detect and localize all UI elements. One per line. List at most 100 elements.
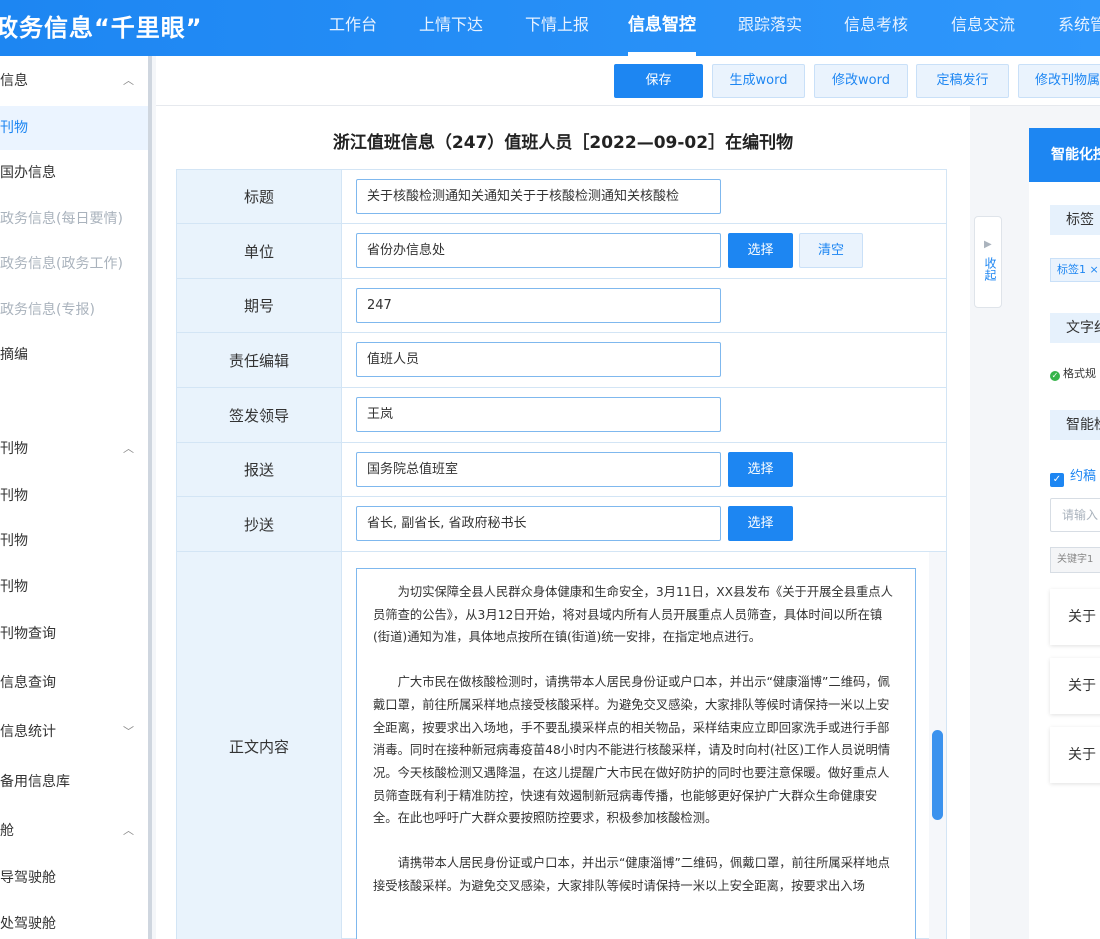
format-check-label: 格式规 — [1063, 367, 1096, 380]
sidebar-group-info[interactable]: 信息 ︿ — [0, 57, 148, 105]
app-title: 政务信息“千里眼” — [0, 14, 203, 42]
form-row-leader: 签发领导 王岚 — [177, 388, 946, 443]
nav-workbench[interactable]: 工作台 — [329, 0, 377, 56]
sidebar-item-publication-query[interactable]: 刊物查询 — [0, 612, 148, 656]
content-label: 正文内容 — [177, 552, 342, 939]
title-label: 标题 — [177, 170, 342, 223]
top-nav-bar: 政务信息“千里眼” 工作台 上情下达 下情上报 信息智控 跟踪落实 信息考核 信… — [0, 0, 1100, 56]
keyword-search-input[interactable]: 请输入 — [1050, 498, 1100, 532]
nav-top-down[interactable]: 上情下达 — [419, 0, 483, 56]
save-button[interactable]: 保存 — [614, 64, 703, 98]
page-title: 浙江值班信息（247）值班人员［2022—09-02］在编刊物 — [332, 133, 794, 153]
sidebar-item-info-query[interactable]: 信息查询 — [0, 661, 148, 705]
send-input[interactable]: 国务院总值班室 — [356, 452, 721, 487]
content-paragraph-3: 请携带本人居民身份证或户口本，并出示“健康淄博”二维码，佩戴口罩，前往所属采样地… — [373, 856, 890, 893]
generate-word-button[interactable]: 生成word — [712, 64, 805, 98]
sidebar-item-daily-info[interactable]: 政务信息(每日要情) — [0, 197, 148, 241]
unit-select-button[interactable]: 选择 — [728, 233, 793, 268]
result-card-3[interactable]: 关于 — [1050, 727, 1100, 783]
sidebar-item-publication-3[interactable]: 刊物 — [0, 565, 148, 609]
issue-label: 期号 — [177, 279, 342, 332]
form-row-editor: 责任编辑 值班人员 — [177, 333, 946, 388]
result-card-1[interactable]: 关于 — [1050, 589, 1100, 645]
chevron-up-icon: ︿ — [123, 442, 134, 455]
sidebar-item-leader-cockpit[interactable]: 导驾驶舱 — [0, 856, 148, 900]
unit-clear-button[interactable]: 清空 — [799, 233, 863, 268]
sidebar-item-state-office-info[interactable]: 国办信息 — [0, 151, 148, 195]
edit-word-button[interactable]: 修改word — [814, 64, 908, 98]
collapse-label: 收起 — [983, 257, 997, 281]
sidebar-item-publication-1[interactable]: 刊物 — [0, 474, 148, 518]
finalize-publish-button[interactable]: 定稿发行 — [916, 64, 1009, 98]
chevron-up-icon: ︿ — [123, 824, 134, 837]
scrollbar-thumb[interactable] — [932, 730, 943, 820]
form-row-cc: 抄送 省长, 副省长, 省政府秘书长 选择 — [177, 497, 946, 552]
leader-label: 签发领导 — [177, 388, 342, 442]
form-row-content: 正文内容 为切实保障全县人民群众身体健康和生命安全，3月11日，XX县发布《关于… — [177, 552, 946, 939]
text-correction-section-title: 文字纠 — [1050, 313, 1100, 343]
content-paragraph-1: 为切实保障全县人民群众身体健康和生命安全，3月11日，XX县发布《关于开展全县重… — [373, 585, 893, 645]
sidebar-item-special-label: 政务信息(专报) — [0, 302, 95, 318]
sidebar-item-office-cockpit[interactable]: 处驾驶舱 — [0, 902, 148, 939]
editor-label: 责任编辑 — [177, 333, 342, 387]
sidebar-group-cockpit[interactable]: 舱 ︿ — [0, 807, 148, 855]
keyword-chip[interactable]: 关键字1 — [1050, 547, 1100, 573]
checkbox-icon: ✓ — [1050, 473, 1064, 487]
sidebar-item-publication[interactable]: 刊物 — [0, 106, 148, 150]
sidebar-item-backup-library[interactable]: 备用信息库 — [0, 760, 148, 804]
sidebar-item-special-info[interactable]: 政务信息(专报) — [0, 288, 148, 332]
cc-select-button[interactable]: 选择 — [728, 506, 793, 541]
form-row-send: 报送 国务院总值班室 选择 — [177, 443, 946, 497]
unit-label: 单位 — [177, 224, 342, 278]
tag-chip[interactable]: 标签1 × — [1050, 258, 1100, 282]
form-row-title: 标题 关于核酸检测通知关通知关于于核酸检测通知关核酸检 — [177, 170, 946, 224]
publication-form: 标题 关于核酸检测通知关通知关于于核酸检测通知关核酸检 单位 省份办信息处 选择… — [176, 169, 947, 939]
chevron-up-icon: ︿ — [123, 74, 134, 87]
toolbar: 保存 生成word 修改word 定稿发行 修改刊物属性 — [156, 56, 1100, 106]
send-select-button[interactable]: 选择 — [728, 452, 793, 487]
nav-bottom-up[interactable]: 下情上报 — [525, 0, 589, 56]
cc-input[interactable]: 省长, 副省长, 省政府秘书长 — [356, 506, 721, 541]
sidebar-group-label: 舱 — [0, 823, 14, 839]
content-textarea[interactable]: 为切实保障全县人民群众身体健康和生命安全，3月11日，XX县发布《关于开展全县重… — [356, 568, 916, 939]
sidebar-item-digest[interactable]: 摘编 — [0, 333, 148, 377]
sidebar-item-daily-label: 政务信息(每日要情) — [0, 211, 123, 227]
leader-input[interactable]: 王岚 — [356, 397, 721, 432]
nav-system[interactable]: 系统管 — [1058, 0, 1100, 56]
editor-panel: 浙江值班信息（247）值班人员［2022—09-02］在编刊物 标题 关于核酸检… — [156, 106, 970, 939]
collapse-panel-button[interactable]: ▶ 收起 — [974, 216, 1002, 308]
sidebar: 信息 ︿ 刊物 国办信息 政务信息(每日要情) 政务信息(政务工作) 政务信息(… — [0, 56, 152, 939]
check-circle-icon: ✓ — [1050, 371, 1060, 381]
smart-check-section-title: 智能检 — [1050, 410, 1100, 440]
issue-input[interactable]: 247 — [356, 288, 721, 323]
send-label: 报送 — [177, 443, 342, 496]
format-check-status: ✓ 格式规 — [1050, 365, 1096, 381]
chevron-down-icon: ﹀ — [123, 725, 134, 738]
solicit-checkbox[interactable]: ✓ 约稿 — [1050, 465, 1096, 487]
cc-label: 抄送 — [177, 497, 342, 551]
nav-assessment[interactable]: 信息考核 — [844, 0, 908, 56]
sidebar-group-label: 刊物 — [0, 441, 28, 457]
form-row-unit: 单位 省份办信息处 选择 清空 — [177, 224, 946, 279]
sidebar-group-info-stats[interactable]: 信息统计 ﹀ — [0, 708, 148, 756]
sidebar-group-publication[interactable]: 刊物 ︿ — [0, 425, 148, 473]
content-paragraph-2: 广大市民在做核酸检测时，请携带本人居民身份证或户口本，并出示“健康淄博”二维码，… — [373, 675, 891, 826]
result-card-2[interactable]: 关于 — [1050, 658, 1100, 714]
content-scrollbar[interactable] — [929, 552, 946, 939]
unit-input[interactable]: 省份办信息处 — [356, 233, 721, 268]
sidebar-group-label: 信息 — [0, 73, 28, 89]
form-row-issue: 期号 247 — [177, 279, 946, 333]
solicit-checkbox-label: 约稿 — [1070, 469, 1097, 484]
edit-publication-props-button[interactable]: 修改刊物属性 — [1018, 64, 1100, 98]
sidebar-item-work-info[interactable]: 政务信息(政务工作) — [0, 242, 148, 286]
nav-tracking[interactable]: 跟踪落实 — [738, 0, 802, 56]
sidebar-group-label: 信息统计 — [0, 724, 56, 740]
tags-section-title: 标签 — [1050, 205, 1100, 235]
title-input[interactable]: 关于核酸检测通知关通知关于于核酸检测通知关核酸检 — [356, 179, 721, 214]
nav-exchange[interactable]: 信息交流 — [951, 0, 1015, 56]
nav-info-control[interactable]: 信息智控 — [628, 0, 696, 56]
sidebar-item-publication-2[interactable]: 刊物 — [0, 519, 148, 563]
collapse-arrow-icon: ▶ — [984, 239, 992, 250]
editor-input[interactable]: 值班人员 — [356, 342, 721, 377]
smart-control-panel: 智能化控 标签 标签1 × 文字纠 ✓格式规 智能检 ✓约稿 请输入 关键字1 … — [1029, 128, 1100, 939]
